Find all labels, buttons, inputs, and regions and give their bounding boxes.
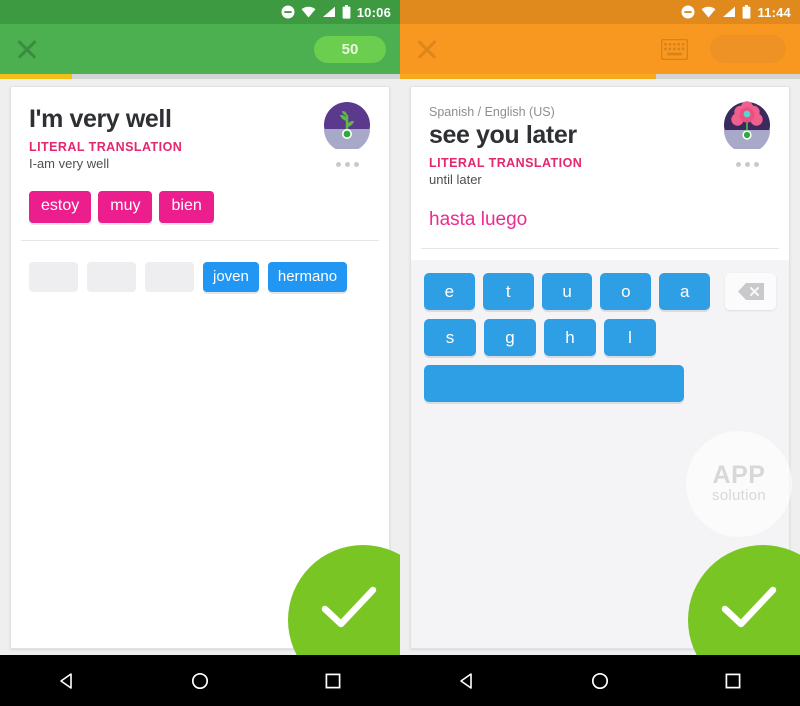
answer-tiles: estoy muy bien	[11, 171, 389, 223]
blank-slot[interactable]	[145, 261, 194, 292]
check-icon	[321, 586, 377, 628]
status-time: 11:44	[757, 4, 791, 20]
left-status-bar: 10:06	[0, 0, 400, 24]
score-badge[interactable]: 50	[314, 35, 386, 63]
key-e[interactable]: e	[424, 273, 475, 310]
space-key[interactable]	[424, 365, 684, 402]
left-progress-fill	[0, 74, 72, 79]
keyboard-icon[interactable]	[661, 38, 688, 60]
right-nav-bar	[400, 655, 800, 706]
left-screen: 10:06 50 I'm very well LITERAL TRANSLATI…	[0, 0, 400, 706]
left-page-body: I'm very well LITERAL TRANSLATION I-am v…	[0, 79, 400, 695]
answer-tile[interactable]: bien	[159, 190, 214, 223]
keyboard-row-2: s g h l	[424, 319, 776, 356]
phrase-text: see you later	[429, 121, 577, 149]
battery-icon	[342, 5, 351, 19]
more-options-icon[interactable]	[721, 162, 773, 167]
recents-icon[interactable]	[310, 658, 356, 704]
back-icon[interactable]	[444, 658, 490, 704]
answer-tile[interactable]: muy	[98, 190, 153, 223]
backspace-icon[interactable]	[725, 273, 776, 310]
right-progress-fill	[400, 74, 656, 79]
right-app-bar	[400, 24, 800, 74]
key-s[interactable]: s	[424, 319, 476, 356]
keyboard-row-1: e t u o a	[424, 273, 776, 310]
purple-sprout-avatar[interactable]	[323, 101, 371, 149]
back-icon[interactable]	[44, 658, 90, 704]
literal-translation-label: LITERAL TRANSLATION	[429, 155, 583, 170]
key-h[interactable]: h	[544, 319, 596, 356]
avatar-area	[321, 101, 373, 167]
wifi-icon	[301, 6, 316, 18]
left-nav-bar	[0, 655, 400, 706]
key-o[interactable]: o	[600, 273, 652, 310]
signal-icon	[723, 6, 736, 17]
blank-slot[interactable]	[87, 261, 136, 292]
check-icon	[721, 586, 777, 628]
key-a[interactable]: a	[659, 273, 711, 310]
dual-screenshot-container: 10:06 50 I'm very well LITERAL TRANSLATI…	[0, 0, 800, 706]
key-t[interactable]: t	[482, 273, 534, 310]
literal-translation-text: I-am very well	[29, 155, 110, 171]
close-icon[interactable]	[414, 36, 440, 62]
recents-icon[interactable]	[710, 658, 756, 704]
word-bank-item[interactable]: joven	[203, 261, 259, 292]
right-progress-track	[400, 74, 800, 79]
word-bank-item[interactable]: hermano	[267, 261, 348, 292]
key-u[interactable]: u	[541, 273, 593, 310]
more-options-icon[interactable]	[321, 162, 373, 167]
right-page-body: Spanish / English (US) see you later LIT…	[400, 79, 800, 695]
answer-pill-button[interactable]	[710, 35, 786, 63]
language-pair-label: Spanish / English (US)	[429, 105, 555, 119]
word-bank: joven hermano	[11, 241, 389, 292]
key-g[interactable]: g	[484, 319, 536, 356]
battery-icon	[743, 5, 751, 19]
signal-icon	[322, 6, 335, 17]
home-icon[interactable]	[177, 658, 223, 704]
blank-slot[interactable]	[29, 261, 78, 292]
typed-answer-text: hasta luego	[429, 208, 528, 230]
right-status-bar: 11:44	[400, 0, 800, 24]
answer-tile[interactable]: estoy	[29, 190, 92, 223]
wifi-icon	[702, 6, 716, 18]
home-icon[interactable]	[577, 658, 623, 704]
card-divider	[421, 247, 779, 249]
literal-translation-label: LITERAL TRANSLATION	[29, 139, 183, 154]
left-app-bar: 50	[0, 24, 400, 74]
dnd-icon	[281, 5, 295, 19]
status-time: 10:06	[356, 4, 391, 20]
phrase-text: I'm very well	[29, 105, 172, 133]
left-progress-track	[0, 74, 400, 79]
card-header: I'm very well LITERAL TRANSLATION I-am v…	[11, 87, 389, 171]
dnd-icon	[681, 5, 695, 19]
avatar-area	[721, 101, 773, 167]
close-icon[interactable]	[14, 36, 40, 62]
key-l[interactable]: l	[604, 319, 656, 356]
card-header: Spanish / English (US) see you later LIT…	[411, 87, 789, 187]
purple-flower-avatar[interactable]	[723, 101, 771, 149]
literal-translation-text: until later	[429, 171, 482, 187]
right-screen: 11:44 Spanish / English (US) see you lat…	[400, 0, 800, 706]
